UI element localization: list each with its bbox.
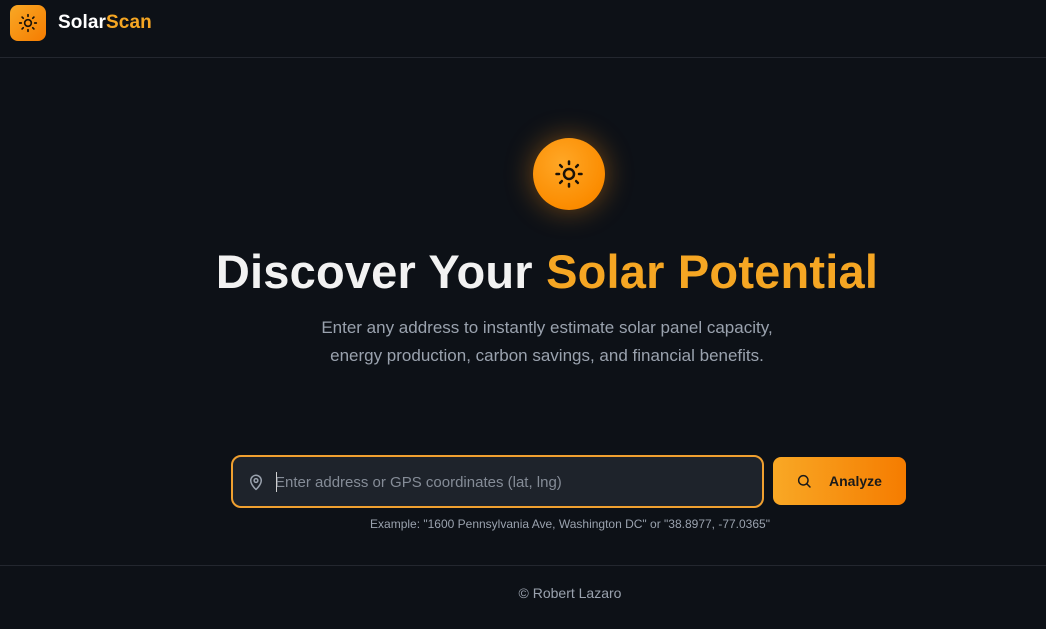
search-box[interactable] <box>231 455 764 508</box>
page-subtitle: Enter any address to instantly estimate … <box>0 314 1046 370</box>
search-input[interactable] <box>275 467 745 497</box>
top-bar: SolarScan <box>0 0 1046 58</box>
map-pin-icon <box>250 474 262 491</box>
footer-copyright: © Robert Lazaro <box>518 585 622 601</box>
subtitle-line-1: Enter any address to instantly estimate … <box>321 318 773 337</box>
page-title-part2: Solar Potential <box>546 245 879 298</box>
brand-name[interactable]: SolarScan <box>58 12 152 34</box>
page-title: Discover Your Solar Potential <box>0 244 1046 300</box>
logo[interactable] <box>10 5 46 41</box>
analyze-button-label: Analyze <box>829 473 882 489</box>
analyze-button[interactable]: Analyze <box>773 457 906 505</box>
search-icon <box>797 474 811 488</box>
footer: © Robert Lazaro <box>0 565 1046 629</box>
text-caret <box>276 472 277 492</box>
page-title-part1: Discover Your <box>215 245 547 298</box>
example-hint: Example: "1600 Pennsylvania Ave, Washing… <box>370 517 770 531</box>
sun-icon <box>18 13 38 33</box>
brand-name-part1: Solar <box>58 12 107 33</box>
subtitle-line-2: energy production, carbon savings, and f… <box>330 346 764 365</box>
hero-sun-badge <box>533 138 605 210</box>
brand-name-part2: Scan <box>106 12 152 33</box>
sun-icon <box>555 160 583 188</box>
